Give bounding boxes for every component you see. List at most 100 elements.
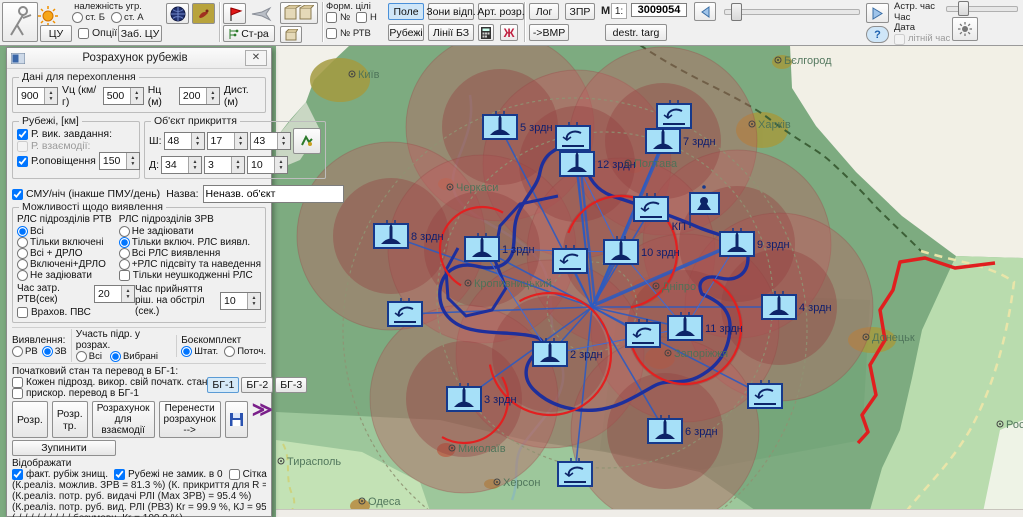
boxes-button[interactable]	[280, 2, 318, 24]
bg1-button[interactable]: БГ-1	[207, 377, 239, 393]
pvs-checkbox[interactable]: Врахов. ПВС	[17, 307, 135, 318]
rozr-button[interactable]: Розр.	[12, 401, 48, 438]
hc-spinner[interactable]: 500▲▼	[103, 87, 144, 105]
rtv-option-4[interactable]: Не задіювати	[17, 270, 119, 281]
dialog-titlebar[interactable]: Розрахунок рубежів ✕	[7, 48, 271, 69]
vyyav-zv[interactable]: ЗВ	[42, 346, 67, 357]
log-button[interactable]: Лог	[529, 3, 559, 20]
calculator-button[interactable]	[478, 24, 494, 41]
rozr-vzaem-button[interactable]: Розрахунок для взаємодії	[92, 401, 155, 438]
undamaged-checkbox[interactable]: Тільки неушкодженні РЛС	[119, 270, 261, 281]
bg-own-state-checkbox[interactable]: Кожен підрозд. викор. свій початк. стан	[12, 377, 207, 388]
destroy-mark-button[interactable]: Ж	[500, 24, 518, 41]
city-label: Ростов	[1006, 419, 1023, 431]
help-button[interactable]: ?	[866, 26, 889, 43]
save-button[interactable]	[225, 401, 248, 438]
close-button[interactable]: ✕	[245, 50, 267, 66]
bg-label: Початковий стан та перевод в БГ-1:	[12, 366, 266, 377]
r-opov-spinner[interactable]: 150▲▼	[99, 152, 140, 170]
city-label: Кропивницький	[474, 278, 552, 290]
scale-slider-thumb[interactable]	[731, 3, 742, 21]
jet-button[interactable]	[249, 3, 275, 24]
ne-zamyk-checkbox[interactable]: Рубежі не замик. в 0	[114, 469, 223, 480]
rtv-time-spinner[interactable]: 20▲▼	[94, 285, 135, 303]
bird-icon	[196, 6, 212, 22]
rubezhi-legend: Рубежі, [км]	[19, 115, 82, 127]
rtv-option-2[interactable]: Всі + ДРЛО	[17, 248, 119, 259]
sh-min-spinner[interactable]: 17▲▼	[207, 132, 248, 150]
city-label: Черкаси	[456, 182, 498, 194]
sitka-checkbox[interactable]: Сітка	[229, 469, 267, 480]
sh-sec-spinner[interactable]: 43▲▼	[250, 132, 291, 150]
bg-fast-checkbox[interactable]: прискор. перевод в БГ-1	[12, 388, 207, 399]
scale-slider-track[interactable]	[724, 9, 860, 15]
flag-button[interactable]	[223, 3, 246, 24]
zab-cu-button[interactable]: Заб. ЦУ	[118, 25, 162, 42]
pick-on-map-button[interactable]	[293, 128, 321, 154]
zrv-time-spinner[interactable]: 10▲▼	[220, 292, 261, 310]
rtv-option-1[interactable]: Тільки включені	[17, 237, 119, 248]
allegiance-radio-a[interactable]: ст. А	[111, 12, 144, 23]
zony-vidp-button[interactable]: Зони відп.	[428, 3, 474, 20]
terrain-button[interactable]	[192, 3, 215, 24]
form-n-checkbox[interactable]: №	[326, 12, 350, 23]
map-horizontal-scrollbar[interactable]	[276, 509, 1023, 517]
box-button[interactable]	[280, 26, 302, 43]
stat-line-1: (К.реаліз. можлив. ЗРВ = 81.3 %) (К. при…	[12, 480, 266, 491]
brightness-slider-track[interactable]	[946, 6, 1018, 12]
zpr-button[interactable]: ЗПР	[565, 3, 595, 20]
vmr-button[interactable]: ->ВМР	[529, 24, 569, 41]
rozr-tr-button[interactable]: Розр. тр.	[52, 401, 88, 438]
boek-shtat[interactable]: Штат.	[181, 346, 218, 357]
brightness-slider-thumb[interactable]	[958, 1, 969, 16]
bg2-button[interactable]: БГ-2	[241, 377, 273, 393]
uchast-vsi[interactable]: Всі	[76, 351, 102, 362]
rtv-option-0[interactable]: Всі	[17, 226, 119, 237]
vc-spinner[interactable]: 900▲▼	[17, 87, 58, 105]
box-icon	[285, 29, 298, 41]
rtv-option-3[interactable]: Включені+ДРЛО	[17, 259, 119, 270]
sam-unit-icon	[648, 415, 682, 443]
fakt-znysch-checkbox[interactable]: факт. рубіж знищ.	[12, 469, 108, 480]
r-opov-checkbox[interactable]: Р.оповіщення	[17, 155, 96, 167]
form-nrtv-checkbox[interactable]: № РТВ	[326, 28, 371, 39]
zrv-option-0[interactable]: Не задіювати	[119, 226, 261, 237]
fast-forward-button[interactable]: ≫	[252, 401, 273, 438]
uchast-vybrani[interactable]: Вибрані	[110, 351, 158, 362]
rubezhi-button[interactable]: Рубежі	[388, 24, 424, 41]
zrv-time-label2: ріш. на обстріл (сек.)	[135, 295, 217, 317]
vyyav-rv[interactable]: РВ	[12, 346, 38, 357]
destr-targ-button[interactable]: destr. targ	[605, 24, 667, 41]
globe-button[interactable]	[166, 3, 189, 24]
person-mode-button[interactable]	[2, 2, 38, 42]
cu-button[interactable]: ЦУ	[40, 25, 72, 42]
smu-checkbox[interactable]: СМУ/ніч (інакше ПМУ/день)	[12, 188, 160, 200]
brightness-button[interactable]	[952, 17, 978, 41]
stra-button[interactable]: Ст-ра	[223, 25, 275, 42]
r-vyk-checkbox[interactable]: Р. вик. завдання:	[17, 128, 135, 140]
scale-value-input[interactable]	[631, 3, 687, 17]
linii-bz-button[interactable]: Лінії БЗ	[428, 24, 474, 41]
d-sec-spinner[interactable]: 10▲▼	[247, 156, 288, 174]
pole-button[interactable]: Поле	[388, 3, 424, 20]
allegiance-radio-b[interactable]: ст. Б	[72, 12, 105, 23]
options-checkbox[interactable]: Опції	[78, 27, 117, 39]
zrv-option-3[interactable]: +РЛС підсвіту та наведення	[119, 259, 261, 270]
form-h-checkbox[interactable]: Н	[356, 12, 377, 23]
zupynyty-button[interactable]: Зупинити	[12, 440, 116, 456]
bg3-button[interactable]: БГ-3	[275, 377, 307, 393]
r-vzaem-checkbox[interactable]: Р. взаємодії:	[17, 140, 135, 152]
object-name-input[interactable]	[203, 185, 344, 203]
zrv-option-1[interactable]: Тільки включ. РЛС виявл.	[119, 237, 261, 248]
d-deg-spinner[interactable]: 34▲▼	[161, 156, 202, 174]
zrv-option-2[interactable]: Всі РЛС виявлення	[119, 248, 261, 259]
play-button[interactable]	[866, 3, 889, 23]
boek-potoch[interactable]: Поточ.	[224, 346, 266, 357]
perenesty-button[interactable]: Перенести розрахунок -->	[159, 401, 221, 438]
summer-time-checkbox[interactable]: літній час	[894, 34, 950, 45]
scale-back-button[interactable]	[694, 2, 716, 21]
sh-deg-spinner[interactable]: 48▲▼	[164, 132, 205, 150]
art-rozr-button[interactable]: Арт. розр.	[478, 3, 524, 20]
dist-spinner[interactable]: 200▲▼	[179, 87, 220, 105]
d-min-spinner[interactable]: 3▲▼	[204, 156, 245, 174]
